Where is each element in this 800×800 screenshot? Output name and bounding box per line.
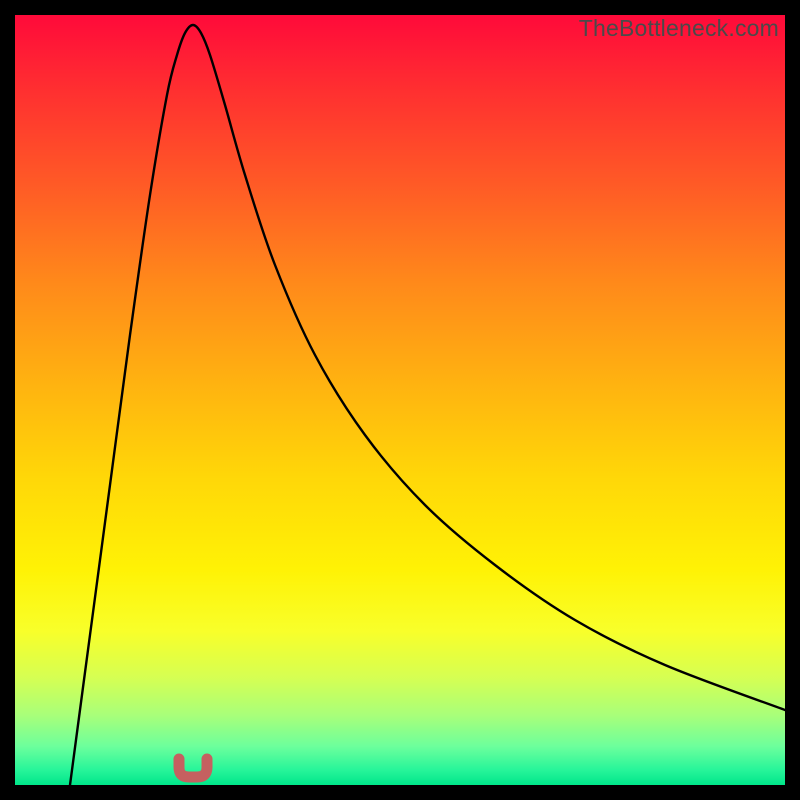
chart-frame: TheBottleneck.com [15, 15, 785, 785]
watermark-text: TheBottleneck.com [579, 15, 779, 42]
bottleneck-curve-line [70, 25, 785, 785]
optimal-marker-icon [179, 759, 207, 777]
chart-svg [15, 15, 785, 785]
